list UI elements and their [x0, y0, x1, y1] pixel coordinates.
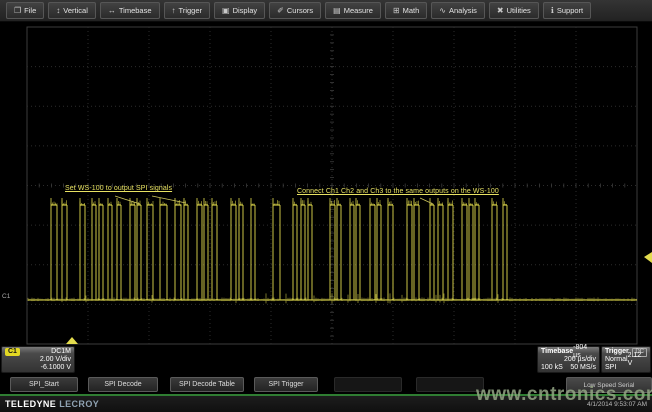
display-icon: ▣ — [222, 7, 230, 15]
trigger-time-marker[interactable] — [66, 337, 78, 344]
trigger-title: Trigger — [605, 348, 629, 356]
oscilloscope-screen: ❐ File ↕ Vertical ↔ Timebase ↑ Trigger ▣… — [0, 0, 652, 412]
menu-item-cursors[interactable]: ✐ Cursors — [269, 2, 321, 19]
spi-trigger-button[interactable]: SPI Trigger — [254, 377, 318, 392]
menu-item-utilities[interactable]: ✖ Utilities — [489, 2, 539, 19]
menu-item-timebase[interactable]: ↔ Timebase — [100, 2, 160, 19]
c1-offset: -6.1000 V — [41, 364, 71, 372]
menu-item-display[interactable]: ▣ Display — [214, 2, 265, 19]
trigger-type: SPI — [605, 364, 616, 372]
menu-item-display-label: Display — [233, 6, 258, 15]
menu-item-file-label: File — [24, 6, 36, 15]
ruler-icon: ▤ — [333, 7, 341, 15]
info-icon: ℹ — [551, 7, 554, 15]
menu-item-vertical-label: Vertical — [63, 6, 88, 15]
waveform-chart-icon: ∿ — [439, 7, 446, 15]
menu-item-trigger[interactable]: ↑ Trigger — [164, 2, 210, 19]
menu-item-file[interactable]: ❐ File — [6, 2, 44, 19]
channel-c1-descriptor[interactable]: C1 DC1M 2.00 V/div -6.1000 V — [1, 346, 75, 373]
vertical-arrows-icon: ↕ — [56, 7, 60, 15]
menu-item-measure-label: Measure — [344, 6, 373, 15]
timebase-samples: 100 kS — [541, 364, 563, 372]
trigger-descriptor[interactable]: Trigger DC Normal 2.12 V SPI — [601, 346, 651, 373]
menu-item-support-label: Support — [557, 6, 583, 15]
timebase-descriptor[interactable]: Timebase -804 µs 200 µs/div 100 kS 50 MS… — [537, 346, 600, 373]
timebase-title: Timebase — [541, 348, 573, 356]
annotation-note1: Set WS-100 to output SPI signals — [65, 185, 172, 192]
trigger-level: 2.12 V — [628, 352, 647, 368]
file-icon: ❐ — [14, 7, 21, 15]
menu-item-vertical[interactable]: ↕ Vertical — [48, 2, 96, 19]
c1-zero-level-marker[interactable]: C1 — [2, 293, 11, 300]
menu-bar: ❐ File ↕ Vertical ↔ Timebase ↑ Trigger ▣… — [0, 0, 652, 22]
menu-item-cursors-label: Cursors — [287, 6, 313, 15]
toolbar-empty-slot-1 — [334, 377, 402, 392]
trigger-level-marker[interactable] — [644, 252, 652, 263]
brand-logo: TELEDYNELECROY — [5, 399, 99, 409]
menu-item-timebase-label: Timebase — [119, 6, 152, 15]
menu-item-math[interactable]: ⊞ Math — [385, 2, 427, 19]
menu-item-measure[interactable]: ▤ Measure — [325, 2, 381, 19]
menu-item-analysis-label: Analysis — [449, 6, 477, 15]
datetime-display: 4/1/2014 9:53:07 AM — [587, 401, 647, 408]
low-speed-serial-label: Low Speed Serial — [566, 377, 652, 393]
horizontal-arrows-icon: ↔ — [108, 7, 116, 15]
menu-item-analysis[interactable]: ∿ Analysis — [431, 2, 485, 19]
menu-item-trigger-label: Trigger — [179, 6, 202, 15]
c1-volts-per-div: 2.00 V/div — [40, 356, 71, 364]
pencil-icon: ✐ — [277, 7, 284, 15]
menu-item-support[interactable]: ℹ Support — [543, 2, 591, 19]
timebase-rate: 50 MS/s — [570, 364, 596, 372]
spi-decode-table-button[interactable]: SPI Decode Table — [170, 377, 244, 392]
calculator-icon: ⊞ — [393, 7, 400, 15]
spi-start-button[interactable]: SPI_Start — [10, 377, 78, 392]
toolbar-empty-slot-2 — [416, 377, 484, 392]
spi-decode-button[interactable]: SPI Decode — [88, 377, 158, 392]
trigger-mode: Normal — [605, 356, 628, 364]
up-arrow-icon: ↑ — [172, 7, 176, 15]
status-bar: TELEDYNELECROY 4/1/2014 9:53:07 AM — [0, 394, 652, 412]
c1-channel-badge: C1 — [5, 348, 20, 356]
tools-icon: ✖ — [497, 7, 504, 15]
menu-item-utilities-label: Utilities — [507, 6, 531, 15]
menu-item-math-label: Math — [403, 6, 420, 15]
timebase-per-div: 200 µs/div — [564, 356, 596, 364]
brand-teledyne: TELEDYNE — [5, 399, 56, 409]
annotation-note2: Connect Ch1 Ch2 and Ch3 to the same outp… — [297, 188, 499, 195]
brand-lecroy: LECROY — [59, 399, 99, 409]
c1-coupling: DC1M — [51, 348, 71, 356]
